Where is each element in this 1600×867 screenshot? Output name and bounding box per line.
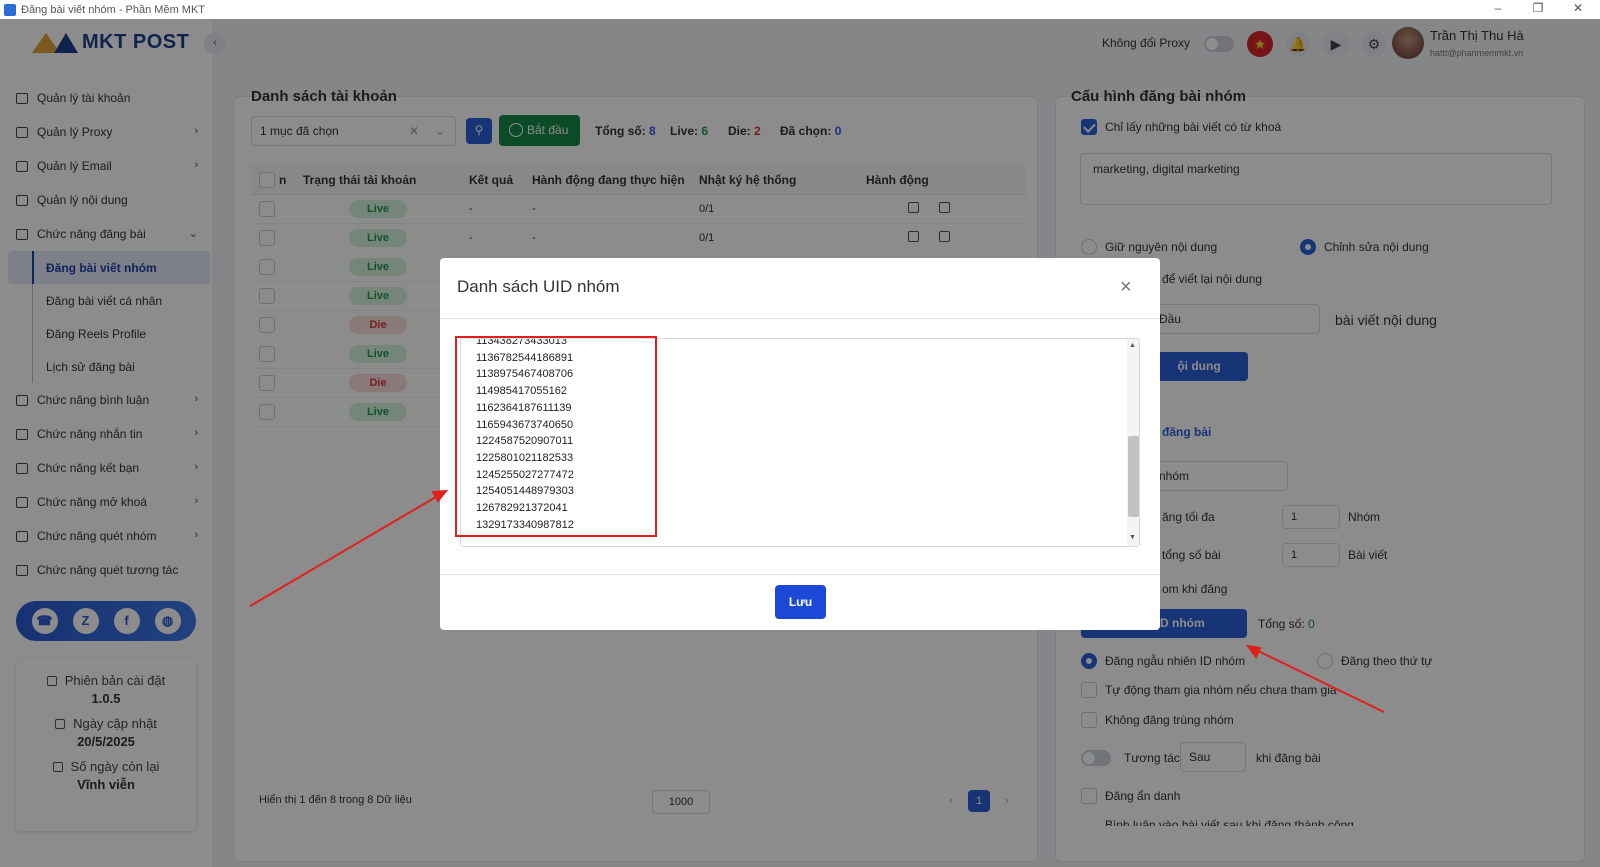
scroll-up-icon[interactable]: ▲ (1129, 342, 1136, 349)
window-titlebar: Đăng bài viết nhóm - Phần Mềm MKT (0, 0, 1600, 19)
window-title: Đăng bài viết nhóm - Phần Mềm MKT (21, 3, 206, 16)
highlight-box (455, 336, 657, 537)
modal-title: Danh sách UID nhóm (457, 277, 620, 296)
close-window-button[interactable]: ✕ (1558, 0, 1598, 19)
save-button[interactable]: Lưu (775, 585, 826, 619)
modal-divider (440, 574, 1160, 575)
close-icon[interactable]: × (1120, 276, 1132, 299)
scroll-down-icon[interactable]: ▼ (1129, 534, 1136, 541)
restore-button[interactable]: ❐ (1518, 0, 1558, 19)
scrollbar-thumb[interactable] (1128, 436, 1139, 517)
app-icon (4, 3, 16, 16)
modal-divider (440, 318, 1160, 319)
minimize-button[interactable]: – (1478, 0, 1518, 19)
